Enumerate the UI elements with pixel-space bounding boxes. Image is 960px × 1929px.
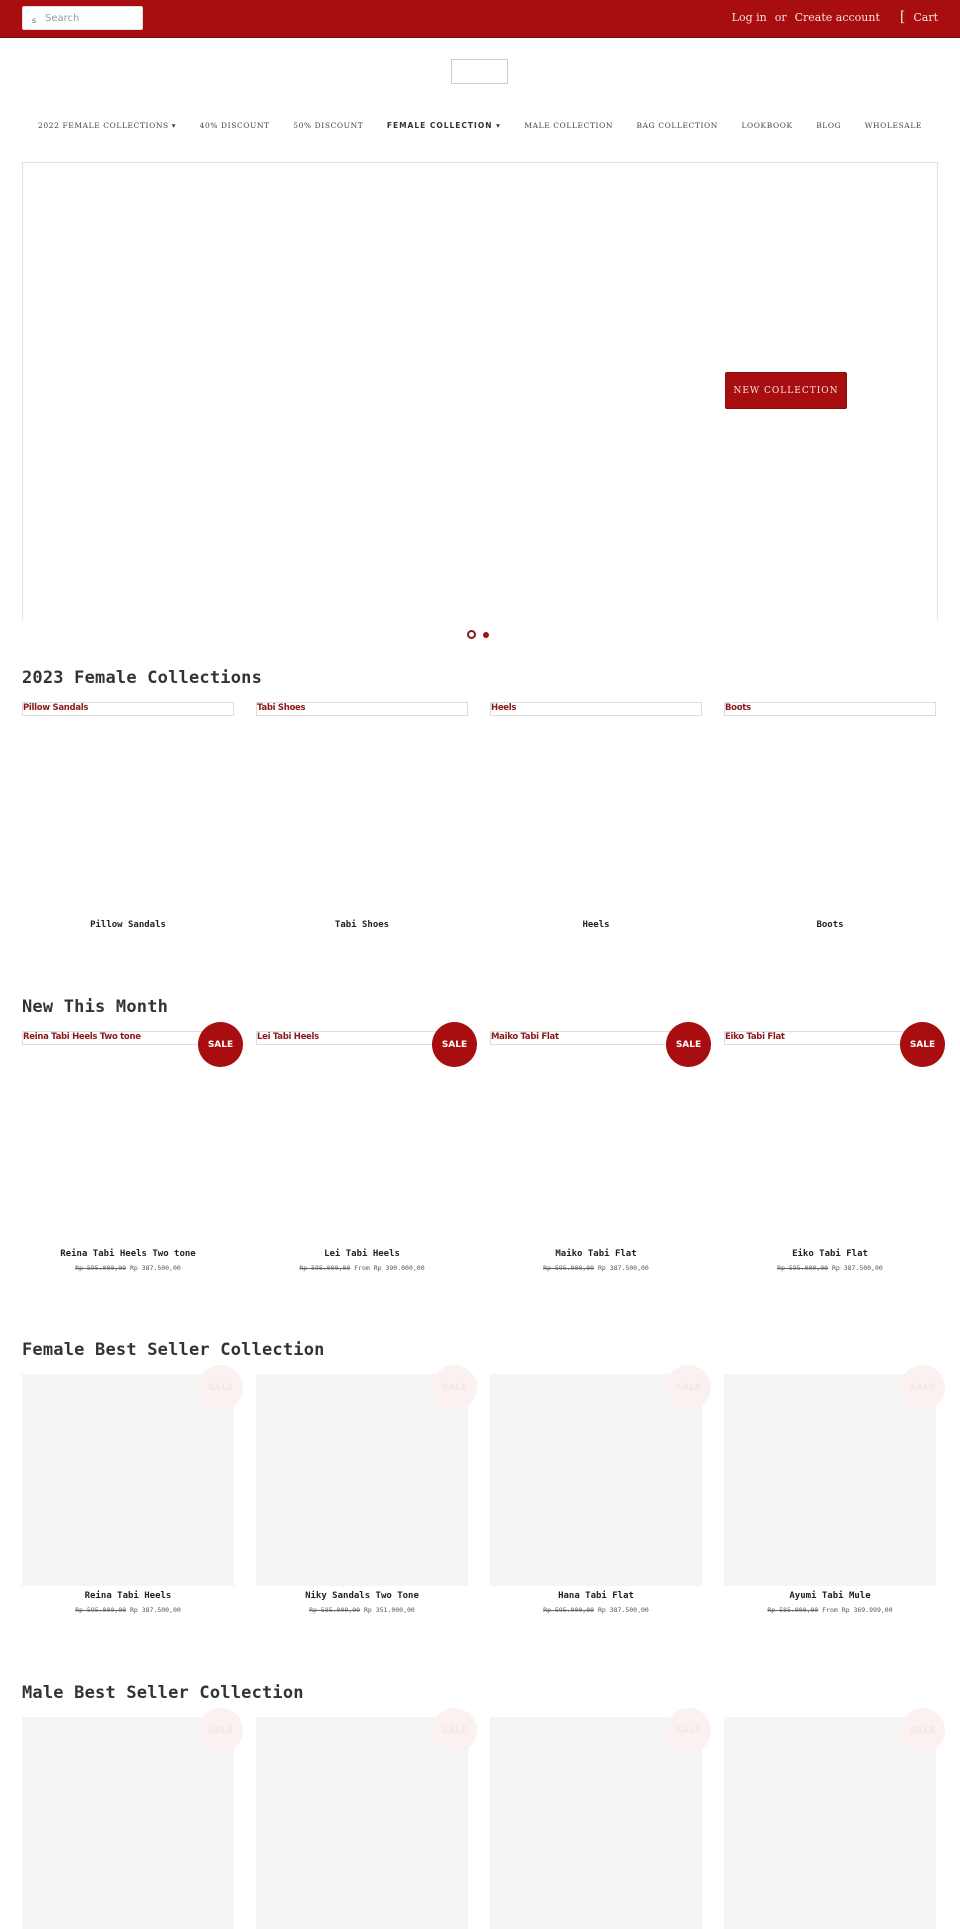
account-links: Log in or Create account [ Cart [732,10,938,24]
product-image[interactable] [256,1717,468,1929]
sale-price: Rp 351.000,00 [363,1606,415,1614]
collection-image[interactable]: Pillow Sandals [22,702,234,716]
search-input[interactable] [45,10,140,26]
old-price: Rp 595.000,00 [299,1264,351,1272]
collection-image[interactable]: Heels [490,702,702,716]
sale-badge: SALE [900,1708,945,1753]
slideshow-dots [467,630,489,639]
product-price: Rp 595.000,00 From Rp 390.000,00 [256,1264,468,1272]
old-price: Rp 595.000,00 [543,1606,595,1614]
login-link[interactable]: Log in [732,11,767,24]
product-name[interactable]: Reina Tabi Heels [22,1591,234,1601]
sale-price: Rp 387.500,00 [597,1264,649,1272]
sale-badge: SALE [198,1365,243,1410]
collection-name[interactable]: Boots [724,920,936,930]
nav-50-discount[interactable]: 50% DISCOUNT [293,121,363,130]
product-price: Rp 595.000,00 Rp 387.500,00 [724,1264,936,1272]
sale-badge: SALE [900,1022,945,1067]
or-separator: or [774,11,787,24]
product-price: Rp 585.000,00 From Rp 369.999,00 [724,1606,936,1614]
product-name[interactable]: Ayumi Tabi Mule [724,1591,936,1601]
section-title-female-best-seller: Female Best Seller Collection [22,1340,325,1360]
nav-lookbook[interactable]: LOOKBOOK [741,121,792,130]
sale-price: Rp 387.500,00 [831,1264,883,1272]
search-icon[interactable]: s [32,16,36,25]
nav-wholesale[interactable]: WHOLESALE [865,121,922,130]
old-price: Rp 585.000,00 [309,1606,361,1614]
nav-bag-collection[interactable]: BAG COLLECTION [637,121,718,130]
main-nav: 2022 FEMALE COLLECTIONS ▾ 40% DISCOUNT 5… [22,121,938,130]
product-price: Rp 585.000,00 Rp 351.000,00 [256,1606,468,1614]
old-price: Rp 595.000,00 [75,1264,127,1272]
old-price: Rp 595.000,00 [777,1264,829,1272]
collection-name[interactable]: Tabi Shoes [256,920,468,930]
collection-image[interactable]: Tabi Shoes [256,702,468,716]
product-name[interactable]: Niky Sandals Two Tone [256,1591,468,1601]
product-image[interactable] [22,1717,234,1929]
product-image[interactable] [256,1374,468,1586]
sale-price: From Rp 390.000,00 [354,1264,425,1272]
product-name[interactable]: Lei Tabi Heels [256,1249,468,1259]
search-box[interactable]: s [22,6,143,30]
product-image[interactable] [724,1374,936,1586]
new-collection-button[interactable]: NEW COLLECTION [725,372,847,409]
product-name[interactable]: Maiko Tabi Flat [490,1249,702,1259]
product-image[interactable] [22,1374,234,1586]
sale-badge: SALE [432,1022,477,1067]
hero-slideshow[interactable]: NEW COLLECTION [22,162,938,620]
sale-badge: SALE [900,1365,945,1410]
collection-name[interactable]: Heels [490,920,702,930]
product-image[interactable] [490,1374,702,1586]
nav-female-collection[interactable]: FEMALE COLLECTION ▾ [387,121,501,130]
site-logo[interactable] [451,59,508,84]
sale-badge: SALE [432,1365,477,1410]
sale-price: Rp 387.500,00 [129,1606,181,1614]
top-bar: s Log in or Create account [ Cart [0,0,960,38]
old-price: Rp 595.000,00 [543,1264,595,1272]
product-price: Rp 595.000,00 Rp 387.500,00 [22,1264,234,1272]
product-name[interactable]: Reina Tabi Heels Two tone [22,1249,234,1259]
section-title-new-this-month: New This Month [22,997,169,1017]
nav-2022-female-collections[interactable]: 2022 FEMALE COLLECTIONS ▾ [38,121,176,130]
sale-price: Rp 387.500,00 [129,1264,181,1272]
collection-name[interactable]: Pillow Sandals [22,920,234,930]
collection-image[interactable]: Boots [724,702,936,716]
section-title-female-collections: 2023 Female Collections [22,668,263,688]
slide-dot-1[interactable] [467,630,476,639]
create-account-link[interactable]: Create account [795,11,880,24]
product-price: Rp 595.000,00 Rp 387.500,00 [22,1606,234,1614]
sale-badge: SALE [198,1022,243,1067]
product-price: Rp 595.000,00 Rp 387.500,00 [490,1606,702,1614]
sale-badge: SALE [666,1365,711,1410]
product-image[interactable] [490,1717,702,1929]
product-name[interactable]: Hana Tabi Flat [490,1591,702,1601]
cart-link[interactable]: Cart [913,11,938,24]
sale-price: Rp 387.500,00 [597,1606,649,1614]
cart-icon[interactable]: [ [900,10,905,24]
nav-blog[interactable]: BLOG [816,121,841,130]
nav-40-discount[interactable]: 40% DISCOUNT [200,121,270,130]
product-name[interactable]: Eiko Tabi Flat [724,1249,936,1259]
sale-badge: SALE [666,1708,711,1753]
old-price: Rp 595.000,00 [75,1606,127,1614]
sale-badge: SALE [666,1022,711,1067]
sale-badge: SALE [198,1708,243,1753]
sale-price: From Rp 369.999,00 [822,1606,893,1614]
old-price: Rp 585.000,00 [767,1606,819,1614]
product-price: Rp 595.000,00 Rp 387.500,00 [490,1264,702,1272]
product-image[interactable] [724,1717,936,1929]
section-title-male-best-seller: Male Best Seller Collection [22,1683,304,1703]
sale-badge: SALE [432,1708,477,1753]
nav-male-collection[interactable]: MALE COLLECTION [524,121,613,130]
slide-dot-2[interactable] [483,631,489,638]
